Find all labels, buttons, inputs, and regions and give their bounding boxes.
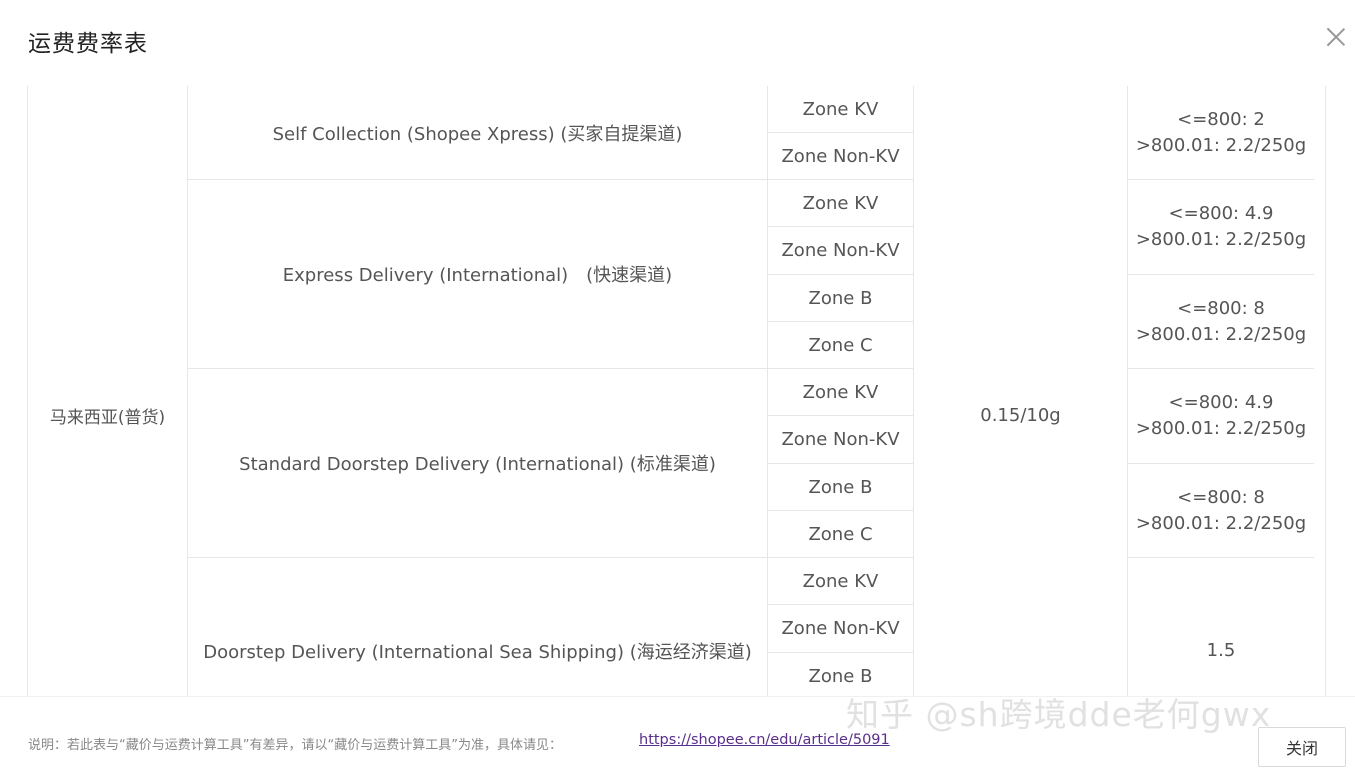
close-button[interactable]: 关闭 bbox=[1258, 727, 1346, 767]
zone-cell: Zone B bbox=[808, 287, 873, 309]
modal-header: 运费费率表 bbox=[0, 0, 1355, 86]
zone-cell: Zone Non-KV bbox=[781, 240, 900, 261]
channel-cell: Doorstep Delivery (International Sea Shi… bbox=[203, 642, 752, 663]
rate-line: <=800: 8 bbox=[1177, 486, 1265, 508]
rate-cell: <=800: 8 >800.01: 2.2/250g bbox=[1128, 464, 1314, 557]
rate-line: <=800: 4.9 bbox=[1168, 392, 1274, 413]
rate-line: <=800: 4.9 bbox=[1168, 203, 1274, 224]
zone-cell: Zone C bbox=[808, 523, 873, 545]
rate-table: 马来西亚(普货) Self Collection (Shopee Xpress)… bbox=[0, 86, 1355, 696]
rate-line: >800.01: 2.2/250g bbox=[1135, 418, 1307, 439]
footer-note: 说明：若此表与“藏价与运费计算工具”有差异，请以“藏价与运费计算工具”为准，具体… bbox=[28, 738, 562, 753]
modal-title: 运费费率表 bbox=[28, 31, 148, 57]
zone-cell: Zone KV bbox=[802, 98, 879, 120]
rate-cell: <=800: 2 >800.01: 2.2/250g bbox=[1128, 86, 1314, 179]
zone-cell: Zone Non-KV bbox=[781, 618, 900, 639]
rate-line: >800.01: 2.2/250g bbox=[1135, 134, 1307, 156]
country-cell: 马来西亚(普货) bbox=[49, 407, 166, 428]
rate-line: >800.01: 2.2/250g bbox=[1135, 512, 1307, 534]
rate-cell: <=800: 4.9 >800.01: 2.2/250g bbox=[1128, 369, 1314, 463]
modal-footer: 说明：若此表与“藏价与运费计算工具”有差异，请以“藏价与运费计算工具”为准，具体… bbox=[0, 696, 1355, 772]
channel-cell: Standard Doorstep Delivery (Internationa… bbox=[239, 454, 716, 475]
rate-cell: 1.5 bbox=[1128, 558, 1314, 696]
rate-cell: <=800: 8 >800.01: 2.2/250g bbox=[1128, 275, 1314, 368]
zone-cell: Zone Non-KV bbox=[781, 429, 900, 450]
zone-cell: Zone KV bbox=[802, 381, 879, 403]
shipping-rate-modal: 运费费率表 马来西亚(普货) Self Collection (Shopee X… bbox=[0, 0, 1355, 772]
channel-cell: Self Collection (Shopee Xpress) (买家自提渠道) bbox=[272, 123, 683, 145]
rate-line: >800.01: 2.2/250g bbox=[1135, 229, 1307, 250]
zone-cell: Zone C bbox=[808, 334, 873, 356]
close-icon[interactable] bbox=[1326, 27, 1346, 47]
zone-cell: Zone Non-KV bbox=[781, 145, 900, 167]
rate-cell: <=800: 4.9 >800.01: 2.2/250g bbox=[1128, 180, 1314, 274]
rate-line: 1.5 bbox=[1206, 640, 1236, 661]
weight-rate-cell: 0.15/10g bbox=[980, 404, 1061, 426]
article-link[interactable]: https://shopee.cn/edu/article/5091 bbox=[639, 732, 890, 748]
channel-cell: Express Delivery (International) (快速渠道) bbox=[282, 265, 673, 286]
rate-line: >800.01: 2.2/250g bbox=[1135, 323, 1307, 345]
rate-line: <=800: 8 bbox=[1177, 297, 1265, 319]
table-border-right bbox=[1325, 86, 1326, 696]
zone-cell: Zone KV bbox=[802, 192, 879, 214]
rate-line: <=800: 2 bbox=[1177, 108, 1265, 130]
zone-cell: Zone B bbox=[808, 476, 873, 498]
zone-cell: Zone B bbox=[808, 665, 873, 687]
zone-cell: Zone KV bbox=[802, 570, 879, 592]
